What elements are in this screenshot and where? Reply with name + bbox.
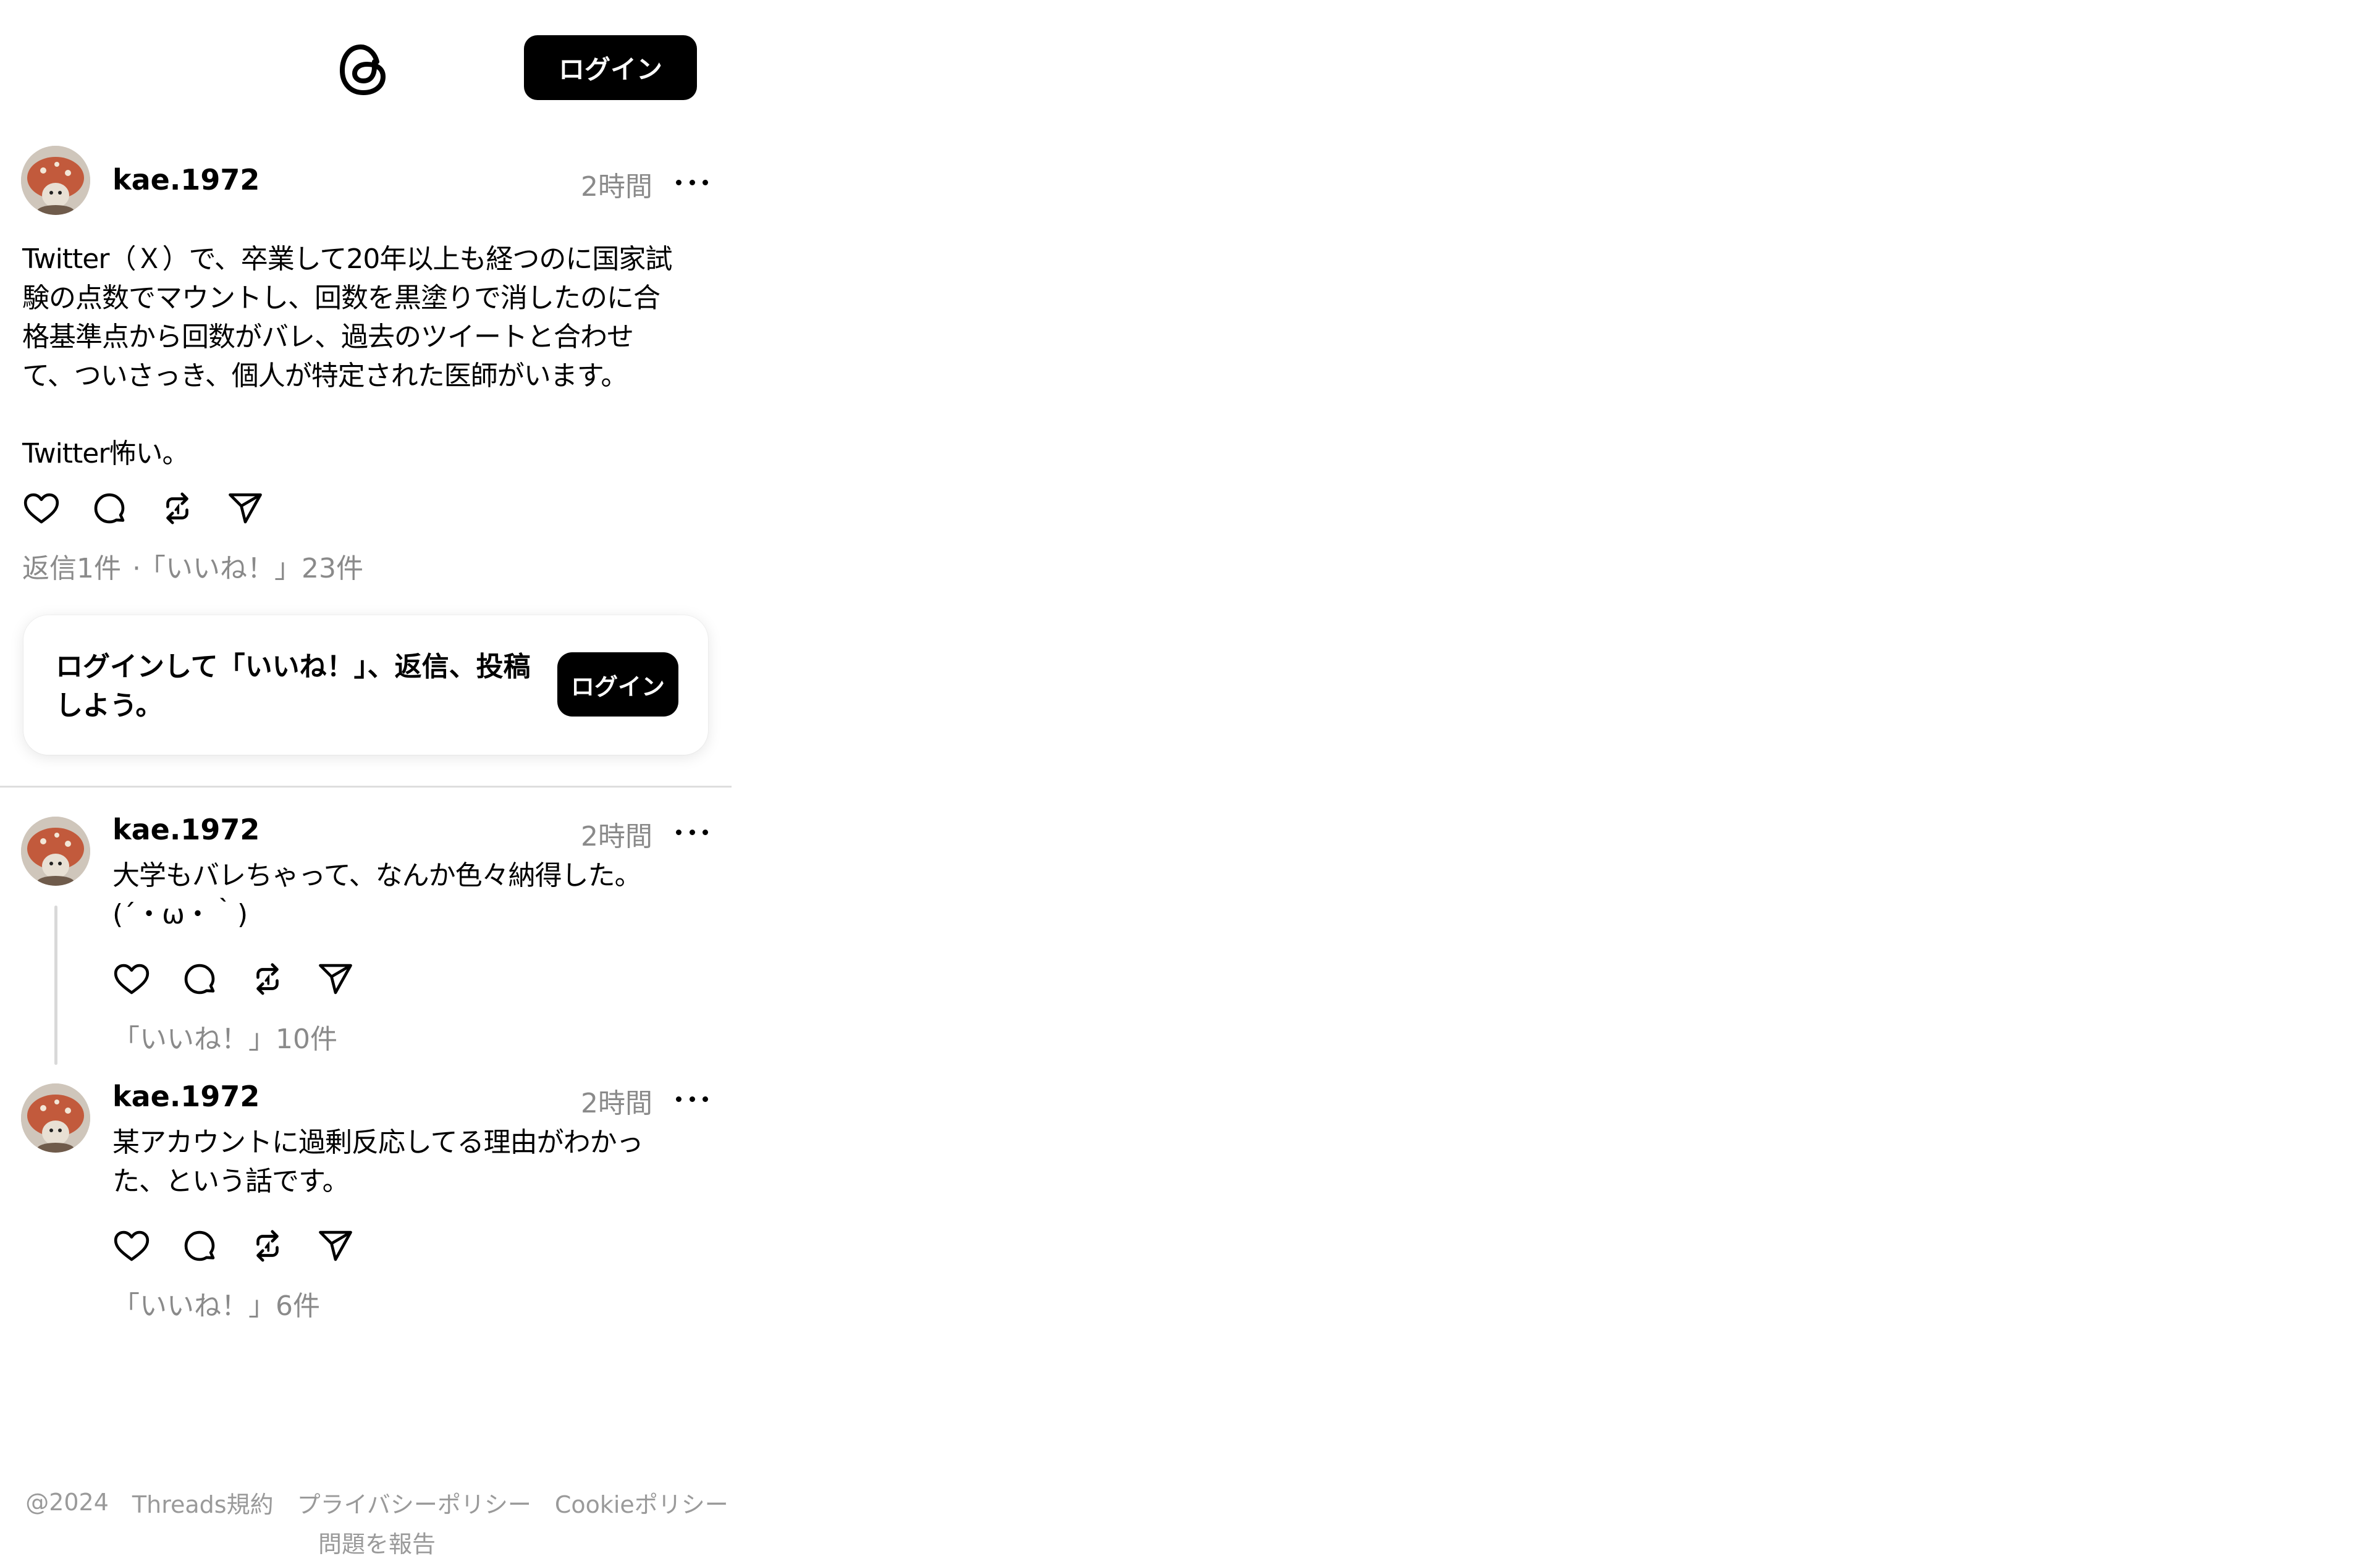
- heart-icon[interactable]: [22, 489, 61, 528]
- footer: @2024 Threads規約 プライバシーポリシー Cookieポリシー 問題…: [0, 1482, 754, 1562]
- more-options-icon[interactable]: [673, 170, 711, 195]
- avatar[interactable]: [21, 146, 90, 215]
- login-prompt-card: ログインして「いいね！」、返信、投稿しよう。 ログイン: [23, 615, 708, 755]
- reply-timestamp: 2時間: [581, 1088, 652, 1119]
- share-icon[interactable]: [226, 489, 264, 528]
- post-actions: [22, 489, 264, 528]
- comment-icon[interactable]: [180, 1227, 219, 1265]
- reply-likes-count[interactable]: 「いいね！」10件: [112, 1017, 337, 1056]
- reply-username[interactable]: kae.1972: [112, 1080, 260, 1113]
- repost-icon[interactable]: [248, 960, 287, 998]
- reply-body: 大学もバレちゃって、なんか色々納得した。 (´・ω・｀): [112, 860, 642, 930]
- post-stats: 返信1件 · 「いいね！」23件: [22, 546, 363, 586]
- footer-report-row: 問題を報告: [0, 1522, 754, 1562]
- post-username[interactable]: kae.1972: [112, 163, 260, 196]
- threads-logo-icon[interactable]: [334, 38, 395, 100]
- section-divider: [0, 786, 732, 788]
- reply-timestamp: 2時間: [581, 821, 652, 852]
- heart-icon[interactable]: [112, 960, 151, 998]
- likes-count[interactable]: 「いいね！」23件: [152, 553, 363, 584]
- share-icon[interactable]: [316, 1227, 355, 1265]
- reply-actions: [112, 1227, 355, 1265]
- avatar[interactable]: [21, 1083, 90, 1153]
- card-login-button[interactable]: ログイン: [557, 652, 678, 717]
- footer-link-cookie[interactable]: Cookieポリシー: [555, 1486, 728, 1520]
- post-timestamp: 2時間: [581, 171, 652, 203]
- reply-likes-count[interactable]: 「いいね！」6件: [112, 1284, 320, 1323]
- more-options-icon[interactable]: [673, 1087, 711, 1111]
- avatar[interactable]: [21, 817, 90, 886]
- footer-copyright: @2024: [25, 1489, 109, 1516]
- more-options-icon[interactable]: [673, 820, 711, 844]
- comment-icon[interactable]: [180, 960, 219, 998]
- header-login-button[interactable]: ログイン: [524, 35, 697, 100]
- content-column: ログイン kae.1972 2時間 Twitter（Ｘ）で、卒業して20年以上も…: [0, 0, 732, 1564]
- reply-body: 某アカウントに過剰反応してる理由がわかっ た、という話です。: [112, 1127, 644, 1197]
- reply-username[interactable]: kae.1972: [112, 813, 260, 846]
- login-prompt-text: ログインして「いいね！」、返信、投稿しよう。: [56, 651, 531, 721]
- post-body: Twitter（Ｘ）で、卒業して20年以上も経つのに国家試 験の点数でマウントし…: [22, 243, 672, 469]
- thread-connector-line: [54, 906, 57, 1065]
- threads-page: ログイン kae.1972 2時間 Twitter（Ｘ）で、卒業して20年以上も…: [0, 0, 2380, 1564]
- footer-link-terms[interactable]: Threads規約: [132, 1486, 274, 1520]
- reply-actions: [112, 960, 355, 998]
- repost-icon[interactable]: [248, 1227, 287, 1265]
- repost-icon[interactable]: [158, 489, 196, 528]
- comment-icon[interactable]: [90, 489, 129, 528]
- footer-link-privacy[interactable]: プライバシーポリシー: [297, 1486, 531, 1520]
- share-icon[interactable]: [316, 960, 355, 998]
- stats-separator: ·: [132, 553, 141, 584]
- heart-icon[interactable]: [112, 1227, 151, 1265]
- footer-links-row: @2024 Threads規約 プライバシーポリシー Cookieポリシー: [0, 1482, 754, 1522]
- replies-count[interactable]: 返信1件: [22, 553, 121, 584]
- footer-link-report[interactable]: 問題を報告: [318, 1525, 436, 1559]
